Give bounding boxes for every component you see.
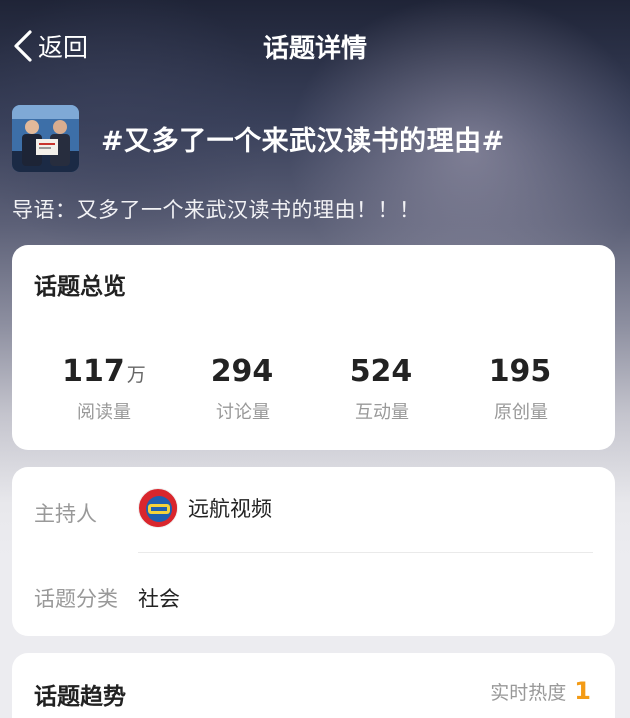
- avatar: [138, 488, 178, 528]
- stat-value: 294: [210, 354, 274, 389]
- host-label: 主持人: [34, 502, 97, 526]
- nav-bar: 返回 话题详情: [0, 0, 630, 92]
- divider: [138, 552, 593, 553]
- category-value: 社会: [138, 587, 180, 611]
- stat-originals: 195 原创量: [451, 355, 591, 424]
- realtime-heat: 实时热度 1: [490, 677, 591, 705]
- page-title: 话题详情: [262, 34, 367, 64]
- heat-value: 1: [574, 677, 591, 705]
- stat-label: 阅读量: [77, 402, 131, 423]
- stat-reads: 117 万 阅读量: [34, 355, 174, 424]
- stat-value: 195: [488, 354, 552, 389]
- trend-card: 话题趋势 实时热度 1: [12, 653, 615, 718]
- topic-intro: 导语：又多了一个来武汉读书的理由！！！: [12, 198, 421, 222]
- stat-label: 互动量: [355, 402, 409, 423]
- overview-title: 话题总览: [34, 274, 126, 300]
- topic-thumbnail[interactable]: [12, 104, 79, 172]
- stat-interactions: 524 互动量: [312, 355, 452, 424]
- host-name: 远航视频: [188, 497, 272, 521]
- info-card: 主持人 远航视频 话题分类 社会: [12, 467, 615, 636]
- stat-value: 524: [349, 354, 413, 389]
- topic-title: #又多了一个来武汉读书的理由#: [101, 125, 505, 157]
- host-link[interactable]: 远航视频: [138, 488, 272, 528]
- stat-discussions: 294 讨论量: [173, 355, 313, 424]
- stat-label: 原创量: [494, 402, 548, 423]
- topic-header: #又多了一个来武汉读书的理由#: [12, 104, 505, 172]
- trend-title: 话题趋势: [34, 684, 126, 710]
- stat-value: 117 万: [62, 354, 146, 389]
- heat-label: 实时热度: [490, 682, 567, 704]
- stat-label: 讨论量: [216, 402, 270, 423]
- overview-card: 话题总览 117 万 阅读量 294 讨论量 524 互动量 195 原创量: [12, 245, 615, 450]
- category-label: 话题分类: [34, 587, 118, 611]
